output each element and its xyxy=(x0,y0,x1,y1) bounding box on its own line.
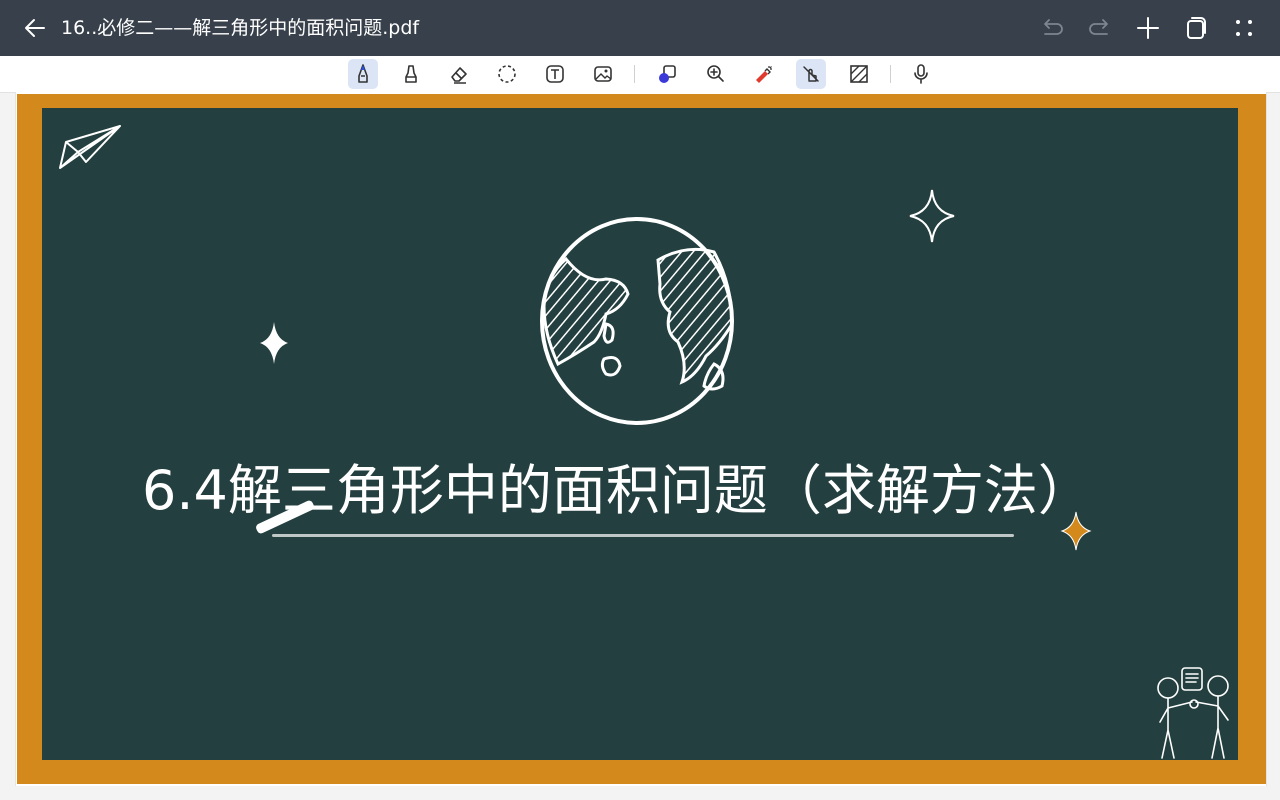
pages-icon[interactable] xyxy=(1182,14,1210,42)
app-header: 16..必修二——解三角形中的面积问题.pdf xyxy=(0,0,1280,56)
add-icon[interactable] xyxy=(1134,14,1162,42)
title-underline xyxy=(272,534,1014,537)
image-tool-icon[interactable] xyxy=(588,59,618,89)
pen-tool-icon[interactable] xyxy=(348,59,378,89)
paper-plane-icon xyxy=(59,125,121,169)
two-people-talking-icon xyxy=(1157,667,1229,759)
page-gap xyxy=(0,786,1280,800)
eraser-tool-icon[interactable] xyxy=(444,59,474,89)
sparkle-icon xyxy=(260,322,288,364)
back-arrow-icon[interactable] xyxy=(20,14,50,42)
document-title: 16..必修二——解三角形中的面积问题.pdf xyxy=(61,17,420,39)
globe-icon xyxy=(540,217,734,425)
annotation-toolbar xyxy=(0,56,1280,93)
redo-icon[interactable] xyxy=(1086,14,1114,42)
shapes-tool-icon[interactable] xyxy=(652,59,682,89)
laser-pointer-tool-icon[interactable] xyxy=(748,59,778,89)
undo-icon[interactable] xyxy=(1038,14,1066,42)
pattern-tool-icon[interactable] xyxy=(844,59,874,89)
text-box-tool-icon[interactable] xyxy=(540,59,570,89)
sparkle-outline-icon xyxy=(909,189,955,243)
zoom-tool-icon[interactable] xyxy=(700,59,730,89)
touch-draw-toggle-icon[interactable] xyxy=(796,59,826,89)
blackboard xyxy=(42,108,1238,760)
toolbar-divider xyxy=(890,65,891,83)
more-options-icon[interactable] xyxy=(1230,14,1258,42)
toolbar-divider xyxy=(634,65,635,83)
marker-tool-icon[interactable] xyxy=(396,59,426,89)
lasso-tool-icon[interactable] xyxy=(492,59,522,89)
microphone-icon[interactable] xyxy=(906,59,936,89)
